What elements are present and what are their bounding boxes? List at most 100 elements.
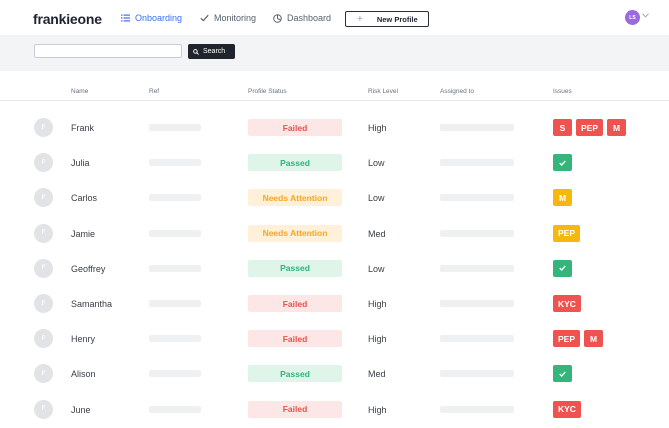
app-logo[interactable]: frankieone xyxy=(33,11,102,27)
row-name[interactable]: Henry xyxy=(71,334,95,344)
new-profile-button[interactable]: + New Profile xyxy=(345,11,429,27)
ref-placeholder xyxy=(149,405,201,413)
issue-badge[interactable]: M xyxy=(607,119,627,136)
column-header-assigned-to[interactable]: Assigned to xyxy=(440,88,474,95)
table-row[interactable]: F June Failed High KYC xyxy=(0,393,669,428)
status-badge: Failed xyxy=(248,330,342,348)
ref-placeholder xyxy=(149,300,201,307)
table-row[interactable]: F Frank Failed High S PEP M xyxy=(0,111,669,146)
assigned-placeholder xyxy=(440,335,514,343)
risk-level: Low xyxy=(368,193,385,204)
row-avatar: F xyxy=(34,399,53,419)
chevron-down-icon[interactable] xyxy=(642,13,649,18)
issues-list xyxy=(553,259,572,277)
status-badge: Failed xyxy=(248,400,342,418)
row-name[interactable]: Julia xyxy=(71,158,90,168)
nav-monitoring[interactable]: Monitoring xyxy=(200,13,256,23)
column-header-risk-level[interactable]: Risk Level xyxy=(368,88,398,95)
ref-placeholder xyxy=(149,124,201,131)
row-avatar: F xyxy=(34,258,53,278)
issues-list: KYC xyxy=(553,400,581,418)
search-button[interactable]: Search xyxy=(188,44,235,59)
nav-dashboard-label: Dashboard xyxy=(287,13,332,23)
issue-badge[interactable]: PEP xyxy=(576,119,604,136)
check-icon xyxy=(559,371,566,377)
column-header-profile-status[interactable]: Profile Status xyxy=(248,88,287,95)
search-input[interactable] xyxy=(34,44,182,58)
table-row[interactable]: F Jamie Needs Attention Med PEP xyxy=(0,217,669,252)
new-profile-label: New Profile xyxy=(376,14,418,24)
row-name[interactable]: Jamie xyxy=(71,229,95,239)
row-avatar: F xyxy=(34,364,53,384)
dashboard-icon xyxy=(273,13,282,23)
row-avatar: F xyxy=(34,223,53,243)
assigned-placeholder xyxy=(440,159,514,167)
plus-icon: + xyxy=(357,13,363,25)
row-name[interactable]: June xyxy=(71,405,91,415)
table-row[interactable]: F Geoffrey Passed Low xyxy=(0,252,669,287)
risk-level: High xyxy=(368,123,387,133)
assigned-placeholder xyxy=(440,124,514,131)
table-row[interactable]: F Carlos Needs Attention Low M xyxy=(0,181,669,216)
risk-level: High xyxy=(368,299,387,309)
ref-placeholder xyxy=(149,264,201,272)
assigned-placeholder xyxy=(440,264,514,272)
row-name[interactable]: Samantha xyxy=(71,299,112,309)
issues-list: M xyxy=(553,189,572,207)
row-name[interactable]: Carlos xyxy=(71,193,97,203)
list-icon xyxy=(121,14,130,22)
risk-level: High xyxy=(368,404,387,415)
nav-onboarding[interactable]: Onboarding xyxy=(121,13,182,23)
status-badge: Passed xyxy=(248,259,342,277)
nav-dashboard[interactable]: Dashboard xyxy=(273,13,331,23)
ref-placeholder xyxy=(149,229,201,237)
ref-placeholder xyxy=(149,159,201,167)
status-badge: Failed xyxy=(248,295,342,312)
row-avatar: F xyxy=(34,188,53,208)
row-avatar: F xyxy=(34,153,53,173)
issues-list: PEP M xyxy=(553,330,604,348)
issue-badge[interactable]: M xyxy=(553,189,572,207)
row-name[interactable]: Frank xyxy=(71,123,94,133)
issue-badge[interactable]: KYC xyxy=(553,400,581,418)
issues-list: PEP xyxy=(553,224,581,242)
table-row[interactable]: F Julia Passed Low xyxy=(0,146,669,181)
risk-level: Low xyxy=(368,263,385,274)
assigned-placeholder xyxy=(440,229,514,237)
table-row[interactable]: F Alison Passed Med xyxy=(0,357,669,392)
issue-badge[interactable]: KYC xyxy=(553,295,581,312)
passed-check-badge[interactable] xyxy=(553,259,572,277)
issues-list xyxy=(553,154,572,172)
issue-badge[interactable]: S xyxy=(553,119,572,136)
nav-monitoring-label: Monitoring xyxy=(214,13,257,23)
ref-placeholder xyxy=(149,370,201,378)
column-header-issues[interactable]: Issues xyxy=(553,88,572,95)
search-button-label: Search xyxy=(203,48,226,55)
nav-onboarding-label: Onboarding xyxy=(135,13,183,23)
table-row[interactable]: F Henry Failed High PEP M xyxy=(0,322,669,357)
issue-badge[interactable]: PEP xyxy=(553,330,581,348)
risk-level: High xyxy=(368,334,387,345)
user-avatar[interactable]: LS xyxy=(625,10,640,25)
column-header-name[interactable]: Name xyxy=(71,88,88,95)
column-header-ref[interactable]: Ref xyxy=(149,88,159,95)
issues-list xyxy=(553,365,572,383)
passed-check-badge[interactable] xyxy=(553,365,572,383)
row-avatar: F xyxy=(34,329,53,349)
status-badge: Needs Attention xyxy=(248,189,342,207)
risk-level: Med xyxy=(368,369,386,380)
issues-list: S PEP M xyxy=(553,119,627,136)
risk-level: Med xyxy=(368,228,386,239)
row-avatar: F xyxy=(34,294,53,313)
assigned-placeholder xyxy=(440,194,514,202)
table-row[interactable]: F Samantha Failed High KYC xyxy=(0,287,669,322)
ref-placeholder xyxy=(149,335,201,343)
issue-badge[interactable]: PEP xyxy=(553,224,581,242)
passed-check-badge[interactable] xyxy=(553,154,572,172)
row-name[interactable]: Geoffrey xyxy=(71,264,105,274)
check-icon xyxy=(559,160,566,166)
check-icon xyxy=(559,265,566,272)
issue-badge[interactable]: M xyxy=(584,330,604,348)
row-name[interactable]: Alison xyxy=(71,369,96,379)
row-avatar: F xyxy=(34,118,53,137)
